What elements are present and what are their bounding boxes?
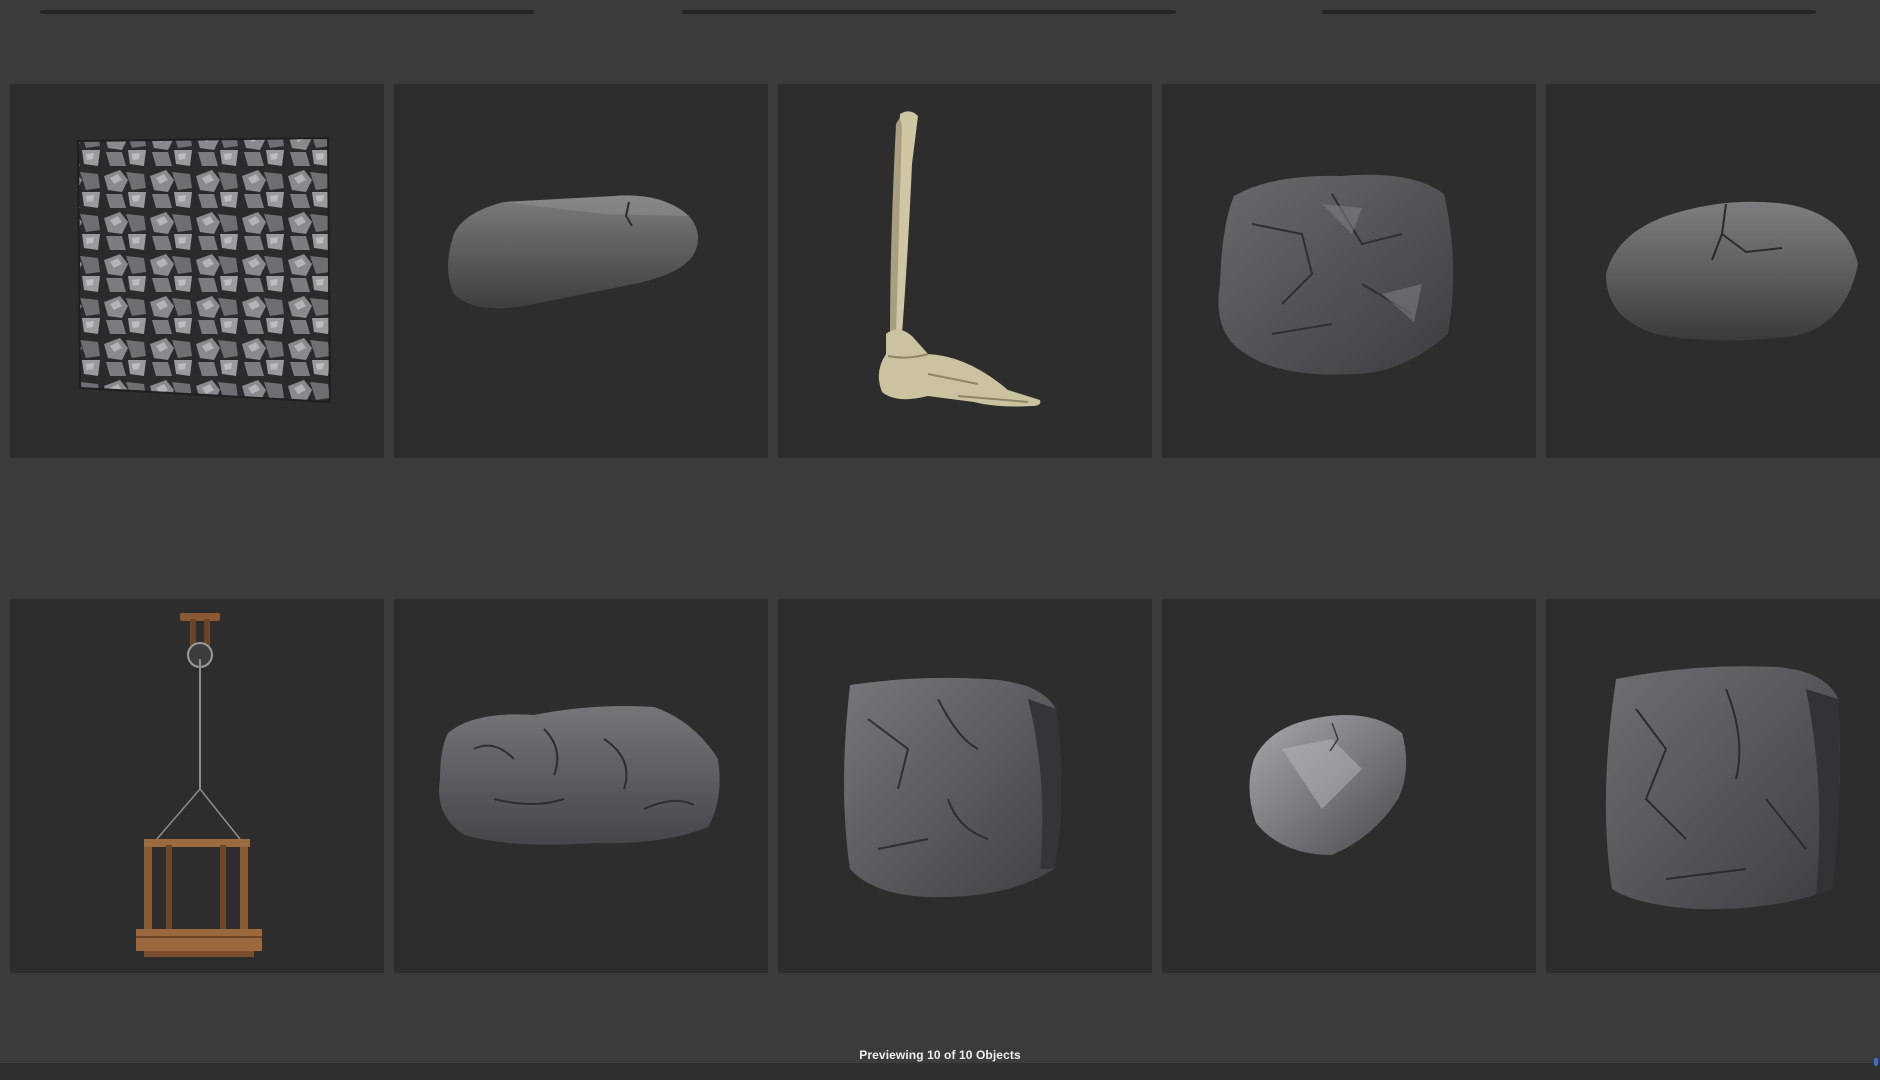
asset-tile-square-rock[interactable] (778, 599, 1152, 973)
asset-tile-flat-boulder[interactable] (394, 84, 768, 458)
top-scroll-bar-3[interactable] (1322, 10, 1816, 14)
asset-tile-rock-surface[interactable] (10, 84, 384, 458)
rock-surface-tile-icon (76, 136, 332, 404)
tall-rock-block-icon (1605, 666, 1840, 910)
top-scroll-bar-1[interactable] (40, 10, 534, 14)
asset-tile-faceted-stone[interactable] (1162, 599, 1536, 973)
cracked-pebble-icon (1606, 201, 1858, 341)
top-scroll-bar-2[interactable] (682, 10, 1176, 14)
flat-cracked-boulder-icon (448, 195, 698, 309)
pulley-crane-cage-icon (136, 613, 262, 957)
asset-browser: Previewing 10 of 10 Objects (0, 0, 1880, 1080)
preview-count-label: Previewing 10 of 10 Objects (859, 1048, 1021, 1062)
status-bar (0, 1063, 1880, 1080)
asset-tile-rough-rock[interactable] (1162, 84, 1536, 458)
asset-tile-lumpy-slab[interactable] (394, 599, 768, 973)
asset-tile-tall-rock[interactable] (1546, 599, 1880, 973)
asset-tile-cracked-pebble[interactable] (1546, 84, 1880, 458)
status-indicator-icon (1874, 1058, 1878, 1066)
asset-tile-leg-bone[interactable] (778, 84, 1152, 458)
lumpy-rock-slab-icon (439, 706, 720, 845)
square-rock-block-icon (844, 677, 1062, 898)
asset-tile-pulley-cage[interactable] (10, 599, 384, 973)
rough-rock-block-icon (1218, 174, 1454, 375)
small-faceted-stone-icon (1249, 715, 1407, 855)
leg-bone-skeleton-icon (878, 111, 1041, 407)
